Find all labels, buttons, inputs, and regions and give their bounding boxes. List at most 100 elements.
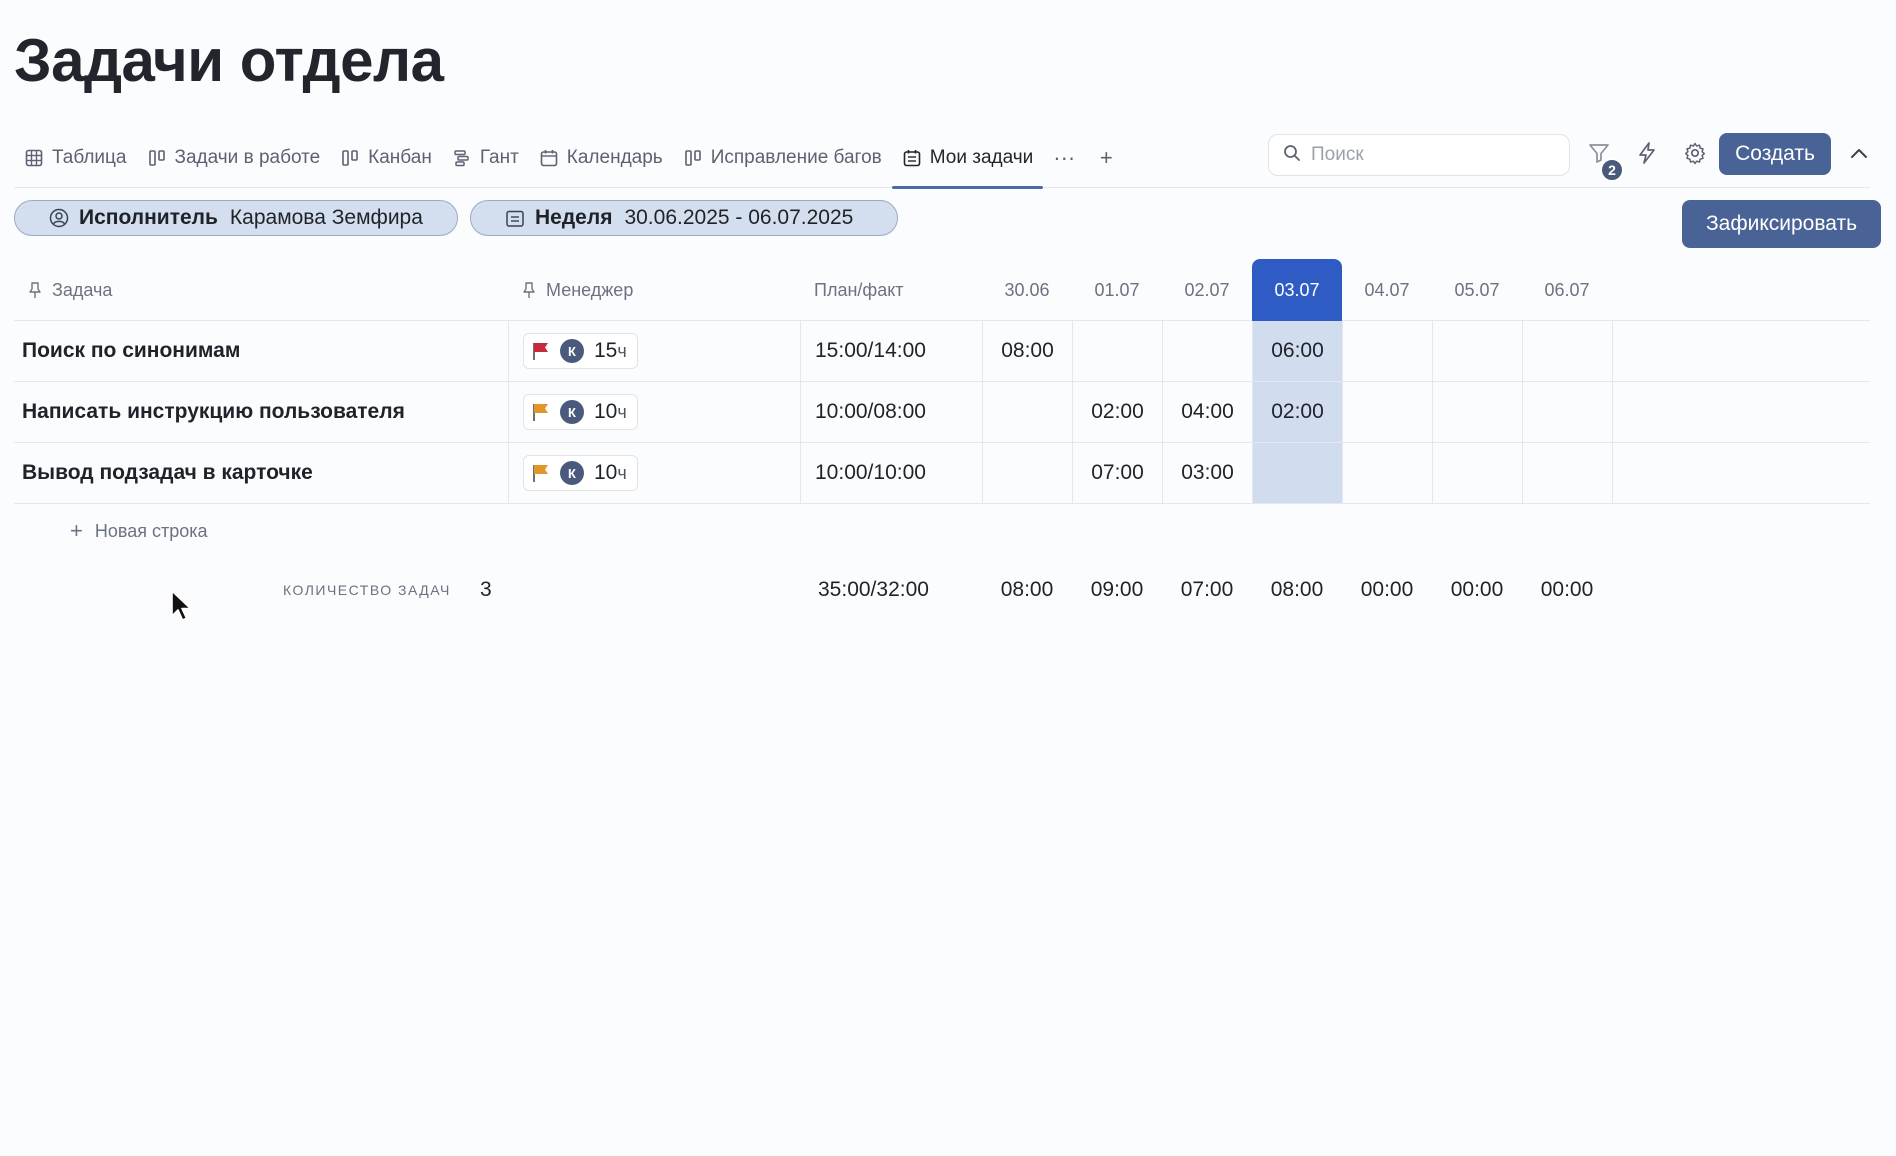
settings-button[interactable] [1678,138,1712,172]
day-cell[interactable] [1432,443,1522,503]
day-cell[interactable] [1432,382,1522,442]
column-header-label: Задача [52,279,113,300]
manager-chip[interactable]: К 10 ч [523,394,638,430]
new-row-label: Новая строка [94,520,208,541]
day-cell[interactable]: 07:00 [1072,443,1162,503]
day-cell[interactable] [1342,443,1432,503]
column-header-day[interactable]: 05.07 [1432,260,1522,320]
add-view-button[interactable]: + [1085,128,1127,188]
filter-button[interactable]: 2 [1582,138,1624,182]
day-cell-today[interactable] [1252,443,1342,503]
hours-value: 10 [594,461,618,484]
day-cell[interactable] [1342,321,1432,381]
day-cell[interactable] [1522,382,1612,442]
tab-tasks-in-progress[interactable]: Задачи в работе [137,128,331,188]
manager-cell[interactable]: К 10 ч [508,382,800,442]
tab-kanban[interactable]: Канбан [330,128,442,188]
new-row-button[interactable]: + Новая строка [70,518,208,544]
view-tabs-bar: Таблица Задачи в работе Канбан Гант Кале… [14,128,1870,189]
tab-label: Задачи в работе [174,147,321,168]
day-cell[interactable] [1342,382,1432,442]
column-header-day[interactable]: 02.07 [1162,260,1252,320]
table-row[interactable]: Написать инструкцию пользователя К 10 ч 1… [14,382,1870,443]
task-name[interactable]: Поиск по синонимам [14,321,508,381]
summary-day: 09:00 [1090,578,1144,601]
column-header-day-today[interactable]: 03.07 [1252,259,1342,321]
column-header-task[interactable]: Задача [14,260,508,320]
more-tabs-button[interactable]: ··· [1043,128,1085,188]
assignee-filter-chip[interactable]: Исполнитель Карамова Земфира [14,200,458,236]
table-icon [24,148,44,168]
manager-cell[interactable]: К 10 ч [508,443,800,503]
plan-fact-cell[interactable]: 10:00/08:00 [800,382,982,442]
manager-chip[interactable]: К 15 ч [523,333,638,369]
task-name[interactable]: Вывод подзадач в карточке [14,443,508,503]
tab-label: Таблица [52,147,127,168]
day-cell[interactable] [1432,321,1522,381]
day-cell[interactable] [1522,443,1612,503]
column-header-day[interactable]: 30.06 [982,260,1072,320]
chevron-up-icon [1850,146,1868,164]
tab-calendar[interactable]: Календарь [529,128,673,188]
column-header-day[interactable]: 01.07 [1072,260,1162,320]
summary-row: КОЛИЧЕСТВО ЗАДАЧ 3 35:00/32:00 08:00 09:… [0,570,1896,610]
day-cell[interactable] [1162,321,1252,381]
column-header-plan[interactable]: План/факт [800,260,982,320]
day-cell[interactable]: 03:00 [1162,443,1252,503]
tab-gantt[interactable]: Гант [442,128,529,188]
tab-my-tasks[interactable]: Мои задачи [891,128,1044,189]
page-title: Задачи отдела [14,27,444,94]
calendar-icon [539,148,559,168]
day-cell[interactable]: 08:00 [982,321,1072,381]
search-icon [1283,144,1301,167]
filter-value: Карамова Земфира [229,206,423,229]
table-header: Задача Менеджер План/факт 30.06 01.07 02… [14,259,1870,321]
column-header-manager[interactable]: Менеджер [508,260,800,320]
filter-key: Исполнитель [79,206,218,229]
automation-button[interactable] [1630,138,1664,172]
hours-value: 10 [594,400,618,423]
table-row[interactable]: Поиск по синонимам К 15 ч 15:00/14:00 08:… [14,321,1870,382]
column-header-day[interactable]: 04.07 [1342,260,1432,320]
flag-icon [532,341,550,361]
plan-fact-cell[interactable]: 15:00/14:00 [800,321,982,381]
column-header-day[interactable]: 06.07 [1522,260,1612,320]
fix-button[interactable]: Зафиксировать [1682,200,1881,248]
collapse-button[interactable] [1844,138,1874,172]
day-cell[interactable]: 04:00 [1162,382,1252,442]
tasks-table: Задача Менеджер План/факт 30.06 01.07 02… [14,259,1870,504]
tab-label: Календарь [566,147,663,168]
tab-table[interactable]: Таблица [14,128,137,188]
day-cell[interactable]: 02:00 [1072,382,1162,442]
create-button[interactable]: Создать [1719,133,1831,175]
plus-icon: + [70,518,83,543]
summary-day: 08:00 [1270,578,1324,601]
tab-bug-fixing[interactable]: Исправление багов [673,128,892,188]
day-cell[interactable] [982,443,1072,503]
search-box[interactable] [1268,134,1570,176]
pin-icon [28,281,42,299]
board-icon [340,148,360,168]
day-cell[interactable] [1522,321,1612,381]
manager-chip[interactable]: К 10 ч [523,455,638,491]
filter-count-badge: 2 [1600,158,1624,182]
manager-cell[interactable]: К 15 ч [508,321,800,381]
day-cell[interactable] [982,382,1072,442]
pin-icon [522,281,536,299]
day-cell-today[interactable]: 02:00 [1252,382,1342,442]
day-cell[interactable] [1072,321,1162,381]
summary-day: 00:00 [1540,578,1594,601]
table-row[interactable]: Вывод подзадач в карточке К 10 ч 10:00/10… [14,443,1870,504]
search-input[interactable] [1311,144,1551,166]
avatar: К [560,400,584,424]
task-name[interactable]: Написать инструкцию пользователя [14,382,508,442]
filter-key: Неделя [535,206,613,229]
flag-icon [532,463,550,483]
week-filter-chip[interactable]: Неделя 30.06.2025 - 06.07.2025 [470,200,898,236]
avatar: К [560,339,584,363]
hours-unit: ч [617,340,627,361]
plan-fact-cell[interactable]: 10:00/10:00 [800,443,982,503]
summary-day: 00:00 [1450,578,1504,601]
summary-day: 00:00 [1360,578,1414,601]
day-cell-today[interactable]: 06:00 [1252,321,1342,381]
